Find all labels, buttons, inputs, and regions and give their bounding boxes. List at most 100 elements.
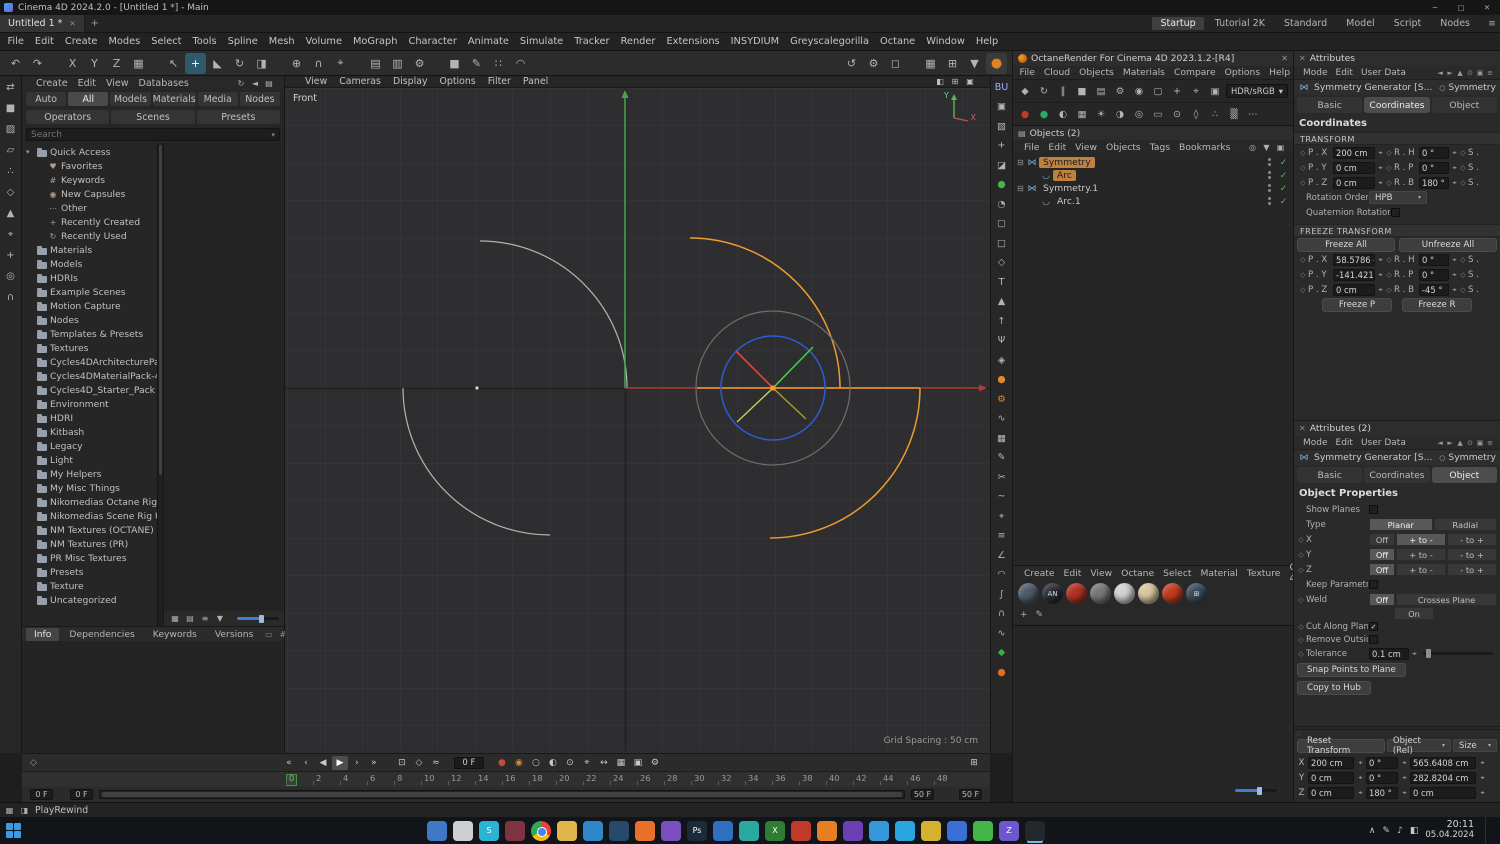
thumbnail-size-slider[interactable] [237, 614, 279, 623]
coordinate-system-icon[interactable]: ⊕ [286, 53, 307, 74]
panel-menu-icon[interactable]: ≡ [1485, 69, 1495, 77]
record-pla-icon[interactable]: ↔ [596, 756, 612, 770]
asset-category-tab[interactable]: Operators [26, 110, 110, 124]
restart-render-icon[interactable]: ↻ [1035, 82, 1053, 100]
menu-item[interactable]: Character [403, 36, 462, 47]
octane-gear-icon[interactable]: ⚙ [993, 390, 1011, 409]
plant-icon[interactable]: Ψ [993, 332, 1011, 351]
z-off-button[interactable]: Off [1369, 563, 1395, 576]
keyframe-dot[interactable] [1297, 536, 1305, 544]
vdb-volume-icon[interactable]: ▒ [1225, 105, 1243, 123]
back-icon[interactable]: ◄ [1435, 439, 1445, 447]
emission-icon[interactable]: ☀ [1092, 105, 1110, 123]
asset-menu-item[interactable]: Edit [73, 78, 101, 89]
current-frame-field[interactable]: 0 F [453, 756, 484, 769]
previous-key-button[interactable]: ‹ [298, 756, 314, 770]
tree-item[interactable]: ⋯ Other [22, 201, 157, 215]
keyframe-dot[interactable] [1459, 256, 1467, 264]
viewport-menu-item[interactable]: Filter [482, 76, 517, 87]
moon-icon[interactable]: ◔ [993, 195, 1011, 214]
size-field[interactable]: 0 cm [1410, 786, 1476, 799]
weld-off-button[interactable]: Off [1369, 593, 1395, 606]
keyframe-dot[interactable] [1299, 271, 1307, 279]
size-field[interactable]: 282.8204 cm [1410, 771, 1476, 784]
object-menu-item[interactable]: Objects [1101, 142, 1145, 153]
render-icon[interactable]: ◆ [1016, 82, 1034, 100]
value-spinner[interactable] [1478, 775, 1486, 781]
range-end-field[interactable]: 50 F [911, 789, 934, 800]
octane-menu-item[interactable]: Cloud [1039, 67, 1074, 78]
menu-item[interactable]: Render [615, 36, 661, 47]
value-spinner[interactable] [1400, 760, 1408, 766]
axis-target-icon[interactable]: ⌖ [993, 507, 1011, 526]
material-thumbnail[interactable] [1066, 583, 1087, 604]
toolbar-icon[interactable] [431, 53, 443, 74]
attribute-tab[interactable]: Coordinates [1364, 467, 1430, 483]
keyframe-dot[interactable] [1297, 566, 1305, 574]
dock-icon[interactable]: ▭ [263, 630, 274, 639]
timeline-mode-icon[interactable]: ≈ [428, 756, 444, 770]
menu-item[interactable]: Modes [103, 36, 146, 47]
material-zoom-slider[interactable] [1235, 786, 1277, 795]
layout-tab[interactable]: Nodes [1432, 17, 1478, 30]
rotate-tool-icon[interactable]: ↻ [229, 53, 250, 74]
tree-item-quick-access[interactable]: ▾ Quick Access [22, 145, 157, 159]
keyframe-dot[interactable] [1297, 551, 1305, 559]
maximize-button[interactable]: ▢ [1448, 0, 1474, 15]
show-desktop-button[interactable] [1485, 817, 1488, 844]
scatter-icon[interactable]: ∴ [1206, 105, 1224, 123]
add-material-icon[interactable]: + [1020, 610, 1028, 620]
visibility-dots[interactable] [1266, 196, 1274, 207]
spline-point[interactable] [475, 386, 479, 390]
diffuse-material-icon[interactable]: ● [1016, 105, 1034, 123]
search-dropdown-icon[interactable]: ▾ [271, 131, 275, 139]
close-button[interactable]: ✕ [1474, 0, 1500, 15]
octane-live-viewer-icon[interactable]: ● [986, 52, 1007, 74]
attribute-tab[interactable]: Object [1431, 467, 1497, 483]
octane-ball-icon[interactable]: ● [993, 371, 1011, 390]
record-rotation-icon[interactable]: ⊙ [562, 756, 578, 770]
taskbar-app-icon[interactable] [947, 820, 967, 841]
object-row[interactable]: ⊟ ⋈ Symmetry.1 ✓ [1013, 182, 1293, 195]
visibility-dots[interactable] [1266, 157, 1274, 168]
octane-close-icon[interactable]: ✕ [1281, 54, 1288, 63]
filter-icon[interactable]: ▼ [964, 53, 985, 74]
material-menu-item[interactable]: Select [1159, 568, 1196, 579]
value-spinner[interactable] [1450, 287, 1458, 293]
menu-item[interactable]: File [2, 36, 29, 47]
portal-icon[interactable]: ▦ [1073, 105, 1091, 123]
type-radial-button[interactable]: Radial [1433, 518, 1497, 531]
x-minus-to-plus-button[interactable]: - to + [1447, 533, 1497, 546]
z-plus-to-minus-button[interactable]: + to - [1396, 563, 1446, 576]
freeze-all-button[interactable]: Freeze All [1297, 237, 1395, 252]
keyframe-dot[interactable] [1297, 596, 1305, 604]
menu-item[interactable]: Greyscalegorilla [785, 36, 875, 47]
expand-icon[interactable]: ⊟ [1017, 184, 1026, 193]
copy-to-hub-button[interactable]: Copy to Hub [1297, 681, 1371, 695]
taskbar-app-icon[interactable] [609, 820, 629, 841]
menu-item[interactable]: Edit [29, 36, 59, 47]
asset-filter-tab[interactable]: Nodes [239, 92, 280, 106]
value-spinner[interactable] [1400, 775, 1408, 781]
menu-item[interactable]: Mesh [263, 36, 300, 47]
octane-menu-item[interactable]: Help [1265, 67, 1295, 78]
value-spinner[interactable] [1450, 180, 1458, 186]
asset-search-input[interactable]: Search ▾ [26, 128, 280, 141]
toolbar-icon[interactable] [150, 53, 162, 74]
tree-item[interactable]: Example Scenes [22, 285, 157, 299]
console-icon[interactable]: ◨ [18, 806, 31, 815]
keyframe-dot[interactable] [1385, 256, 1393, 264]
tree-item[interactable]: ↻ Recently Used [22, 229, 157, 243]
view-mode-icon[interactable]: ▤ [263, 79, 275, 88]
magnet-icon[interactable]: ∩ [993, 605, 1011, 624]
lock-z-axis-button[interactable]: Z [106, 53, 127, 74]
value-field[interactable]: 0 ° [1419, 253, 1449, 266]
next-frame-button[interactable]: › [349, 756, 365, 770]
taskbar-app-icon[interactable] [713, 820, 733, 841]
motion-system-icon[interactable]: ▣ [630, 756, 646, 770]
record-parameter-icon[interactable]: ⌖ [579, 756, 595, 770]
material-menu-item[interactable]: View [1086, 568, 1117, 579]
list-view-icon[interactable]: ▤ [184, 614, 196, 623]
viewport-menu-item[interactable]: Options [434, 76, 482, 87]
node-material-thumbnail[interactable]: ⊞ [1186, 583, 1207, 604]
